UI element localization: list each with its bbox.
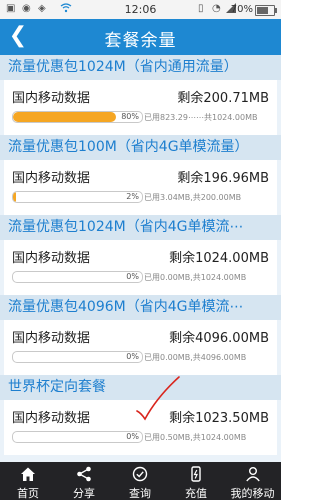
used-amount: 已用0.00MB,共1024.00MB: [144, 273, 247, 282]
tab-label: 首页: [17, 487, 39, 500]
progress-fill: [13, 192, 16, 202]
data-label: 国内移动数据: [12, 171, 91, 186]
usage-percent: 80%: [121, 112, 139, 121]
usage-percent: 0%: [126, 432, 139, 441]
red-checkmark-annotation: [136, 376, 180, 421]
tab-home[interactable]: 首页: [0, 462, 56, 500]
tab-label: 查询: [129, 487, 151, 500]
used-amount: 已用3.04MB,共200.00MB: [144, 193, 242, 202]
vibrate-icon: ▯: [198, 3, 204, 14]
data-label: 国内移动数据: [12, 331, 91, 346]
usage-progress-bar: 80%: [12, 111, 143, 123]
usage-percent: 2%: [126, 192, 139, 201]
package-card[interactable]: 国内移动数据 剩余4096.00MB 0% 已用0.00MB,共4096.00M…: [4, 320, 277, 375]
tab-recharge[interactable]: 充值: [168, 462, 224, 500]
tab-share[interactable]: 分享: [56, 462, 112, 500]
package-card[interactable]: 国内移动数据 剩余1024.00MB 0% 已用0.00MB,共1024.00M…: [4, 240, 277, 295]
remaining-amount: 剩余196.96MB: [177, 171, 269, 186]
data-label: 国内移动数据: [12, 91, 91, 106]
recharge-icon: [168, 466, 224, 482]
usage-progress-bar: 0%: [12, 431, 143, 443]
usage-progress-bar: 0%: [12, 351, 143, 363]
package-card[interactable]: 国内移动数据 剩余200.71MB 80% 已用823.29⋯⋯共1024.00…: [4, 80, 277, 135]
battery-percent: 70%: [230, 4, 253, 15]
data-label: 国内移动数据: [12, 411, 91, 426]
usage-progress-bar: 2%: [12, 191, 143, 203]
usage-percent: 0%: [126, 352, 139, 361]
usage-progress-bar: 0%: [12, 271, 143, 283]
tab-label: 我的移动: [230, 487, 275, 500]
remaining-amount: 剩余4096.00MB: [169, 331, 269, 346]
remaining-amount: 剩余200.71MB: [177, 91, 269, 106]
package-title: 流量优惠包100M（省内4G单模流量）: [0, 135, 281, 160]
home-icon: [0, 466, 56, 482]
used-amount: 已用823.29⋯⋯共1024.00MB: [144, 113, 258, 122]
used-amount: 已用0.50MB,共1024.00MB: [144, 433, 247, 442]
package-title: 流量优惠包1024M（省内4G单模流⋯: [0, 215, 281, 240]
remaining-amount: 剩余1024.00MB: [169, 251, 269, 266]
package-card[interactable]: 国内移动数据 剩余196.96MB 2% 已用3.04MB,共200.00MB: [4, 160, 277, 215]
status-bar: ▣ ◉ ◈ 12:06 ▯ ◔ 70%: [0, 0, 281, 19]
tab-label: 充值: [185, 487, 207, 500]
tab-label: 分享: [73, 487, 95, 500]
battery-icon: [255, 5, 277, 16]
share-icon: [56, 466, 112, 482]
used-amount: 已用0.00MB,共4096.00MB: [144, 353, 247, 362]
tab-query[interactable]: 查询: [112, 462, 168, 500]
usage-percent: 0%: [126, 272, 139, 281]
bottom-tab-bar: 首页 分享 查询 充值 我的移动: [0, 462, 281, 500]
progress-fill: [13, 112, 117, 122]
person-icon: [224, 466, 281, 482]
header: ❮ 套餐余量: [0, 19, 281, 55]
page-title: 套餐余量: [104, 31, 177, 51]
data-label: 国内移动数据: [12, 251, 91, 266]
query-icon: [112, 466, 168, 482]
package-title: 流量优惠包1024M（省内通用流量）: [0, 55, 281, 80]
tab-my-mobile[interactable]: 我的移动: [224, 462, 281, 500]
clock-icon: ◔: [212, 3, 221, 14]
package-title: 流量优惠包4096M（省内4G单模流⋯: [0, 295, 281, 320]
